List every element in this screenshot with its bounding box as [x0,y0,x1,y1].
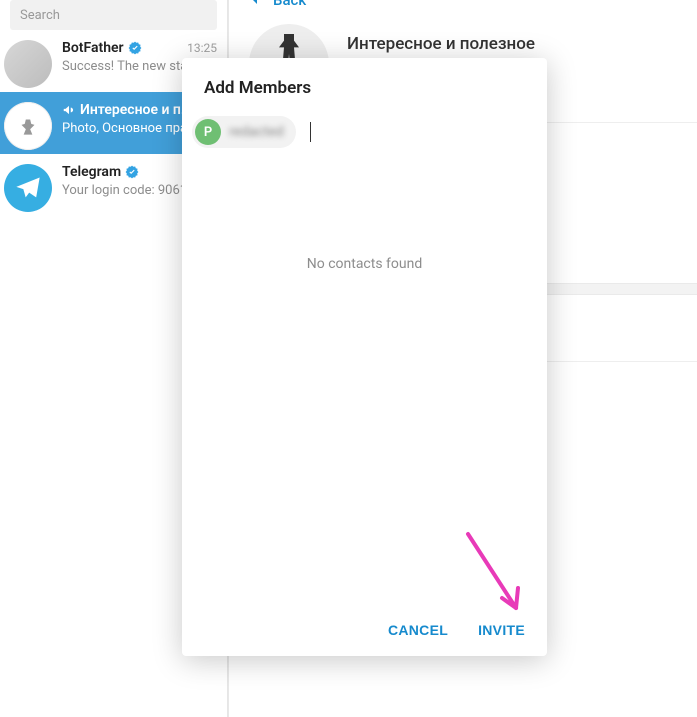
chat-name: BotFather [62,40,124,56]
chat-time: 13:25 [187,41,217,55]
chat-name: Интересное и п... [80,102,193,118]
cancel-button[interactable]: CANCEL [388,622,448,638]
avatar [4,164,52,212]
channel-title: Интересное и полезное [347,34,535,54]
search-container: Search [0,0,227,20]
back-label: Back [273,0,306,6]
add-members-modal: Add Members P redacted No contacts found… [182,58,547,656]
search-placeholder: Search [20,8,60,23]
verified-icon [128,41,142,55]
text-caret [310,122,311,142]
telegram-icon [14,174,42,202]
modal-title: Add Members [182,58,547,112]
avatar [4,40,52,88]
chat-name: Telegram [62,164,121,180]
chip-name: redacted [229,124,284,140]
search-input[interactable]: Search [10,0,217,30]
verified-icon [125,165,139,179]
chevron-left-icon [247,0,263,6]
avatar [4,102,52,150]
modal-footer: CANCEL INVITE [182,606,547,656]
member-input-row[interactable]: P redacted [182,112,547,162]
no-contacts-message: No contacts found [182,162,547,606]
member-chip[interactable]: P redacted [192,116,296,148]
chip-avatar: P [195,119,221,145]
invite-button[interactable]: INVITE [478,622,525,638]
megaphone-icon [62,103,76,117]
